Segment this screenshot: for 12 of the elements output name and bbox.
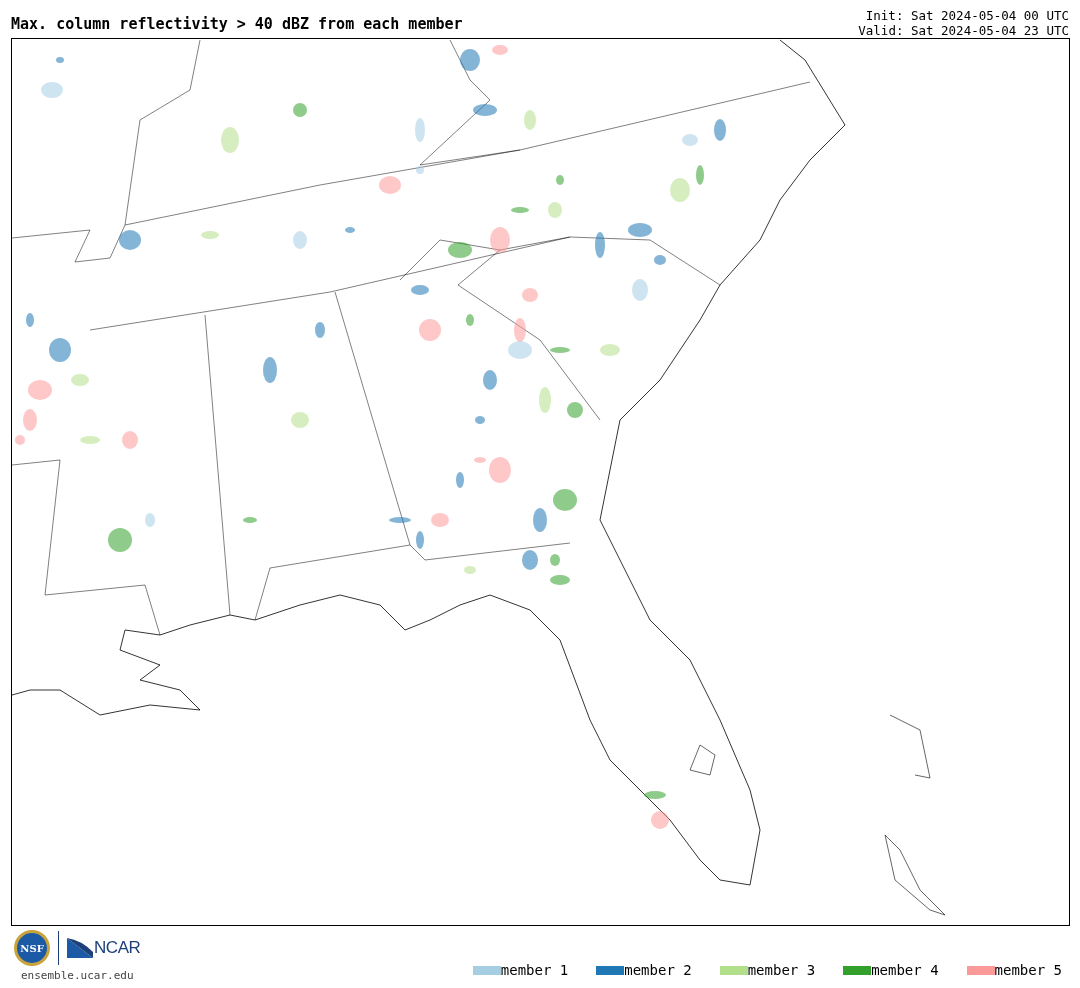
valid-time: Valid: Sat 2024-05-04 23 UTC [858,23,1069,38]
nsf-logo: NSF [14,930,50,966]
legend-label: member 5 [994,960,1062,980]
legend-label: member 3 [747,960,816,980]
ncar-logo-icon [67,938,93,958]
website-url: ensemble.ucar.edu [20,968,134,984]
init-time: Init: Sat 2024-05-04 00 UTC [865,8,1069,23]
plot-title: Max. column reflectivity > 40 dBZ from each member [11,17,463,35]
ncar-logo: NCAR [94,937,141,960]
legend-label: member 2 [624,960,692,980]
legend-label: member 1 [500,960,569,980]
legend-label: member 4 [871,960,939,980]
